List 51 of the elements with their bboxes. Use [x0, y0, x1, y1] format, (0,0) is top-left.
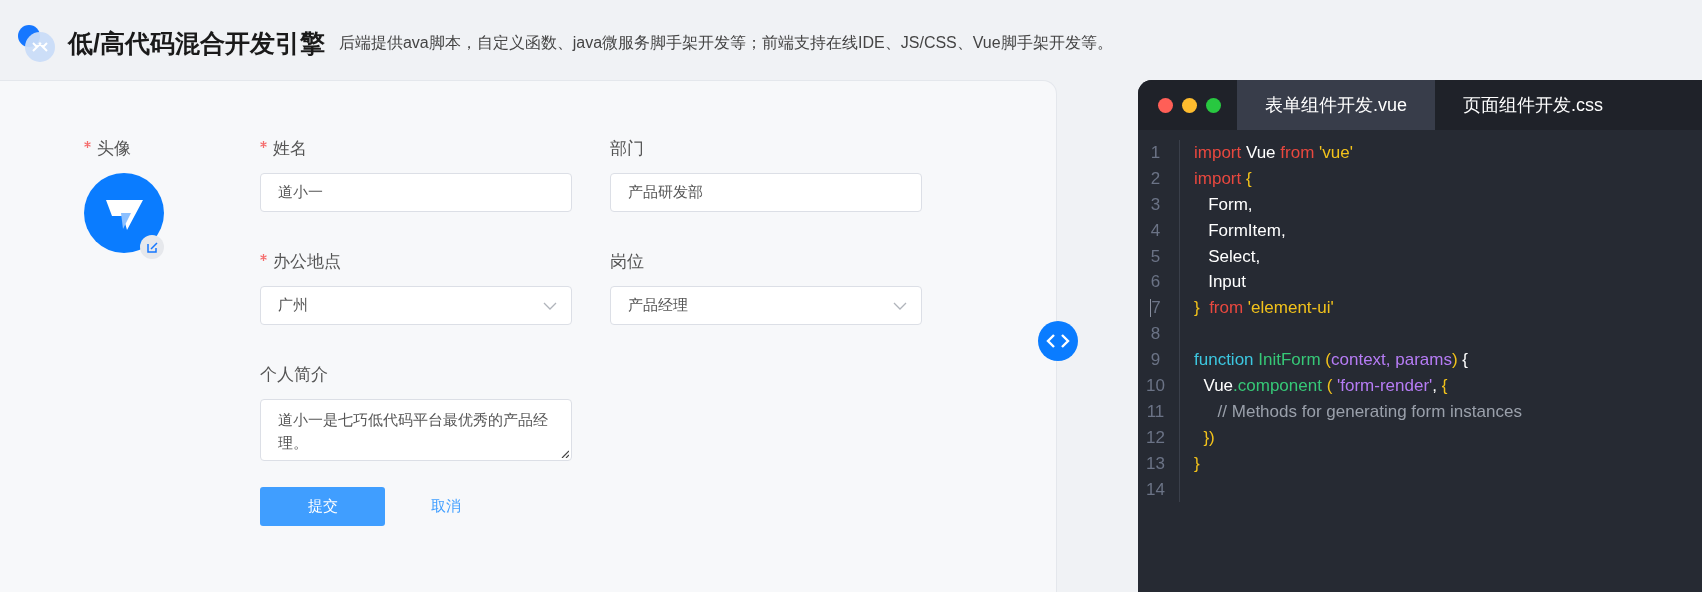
edit-icon[interactable]	[140, 235, 164, 259]
text-field[interactable]: 产品研发部	[610, 173, 922, 212]
code-line: Form,	[1207, 194, 1253, 215]
code-line: } from 'element-ui'	[1193, 298, 1334, 319]
text-field[interactable]: 道小一	[260, 173, 572, 212]
line-number: 3	[1138, 191, 1180, 218]
line-number: 13	[1138, 450, 1180, 477]
field-label: 姓名	[260, 137, 572, 161]
text-area[interactable]: 道小一是七巧低代码平台最优秀的产品经理。	[260, 399, 572, 461]
code-line: import Vue from 'vue'	[1193, 142, 1353, 163]
code-line: Vue.component ( 'form-render', {	[1202, 375, 1448, 396]
page-subtitle: 后端提供ava脚本，自定义函数、java微服务脚手架开发等；前端支持在线IDE、JS/CSS、Vue脚手架开发等。	[338, 32, 1113, 53]
line-number: 4	[1138, 217, 1180, 244]
field-label: 个人简介	[260, 364, 329, 386]
code-line: })	[1202, 427, 1215, 448]
line-number: 11	[1138, 398, 1180, 425]
code-line: // Methods for generating form instances	[1216, 401, 1522, 422]
chevron-down-icon	[893, 301, 907, 310]
resize-handle-icon[interactable]	[561, 450, 569, 458]
chevron-down-icon	[543, 301, 557, 310]
line-number: 6	[1138, 269, 1180, 296]
page-title: 低/高代码混合开发引擎	[68, 27, 325, 59]
code-line: function InitForm (context, params) {	[1193, 350, 1469, 371]
file-tab[interactable]: 页面组件开发.css	[1435, 80, 1632, 130]
code-line: }	[1193, 453, 1200, 474]
line-number: 7	[1138, 295, 1180, 322]
line-number: 5	[1138, 243, 1180, 270]
field-label: 岗位	[610, 251, 645, 273]
code-toggle-icon[interactable]	[1038, 321, 1078, 361]
line-number: 9	[1138, 347, 1180, 373]
line-number: 2	[1138, 165, 1180, 192]
line-number: 1	[1138, 140, 1180, 166]
code-line: FormItem,	[1207, 220, 1286, 241]
avatar-logo-icon[interactable]	[84, 173, 164, 253]
code-line: import {	[1193, 168, 1252, 189]
code-line: Input	[1207, 272, 1246, 293]
required-icon	[260, 141, 267, 148]
line-number: 10	[1138, 373, 1180, 399]
field-label: 部门	[610, 138, 645, 160]
select-field[interactable]: 广州	[260, 286, 572, 325]
logo-icon	[16, 23, 56, 63]
field-label: 办公地点	[260, 250, 572, 274]
line-number: 8	[1138, 321, 1180, 348]
line-number: 12	[1138, 424, 1180, 451]
select-field[interactable]: 产品经理	[610, 286, 922, 325]
required-icon	[84, 141, 91, 148]
file-tab[interactable]: 表单组件开发.vue	[1237, 80, 1436, 130]
required-icon	[260, 254, 267, 261]
code-line: Select,	[1207, 246, 1261, 267]
line-number: 14	[1138, 476, 1180, 503]
field-label: 头像	[84, 137, 260, 161]
